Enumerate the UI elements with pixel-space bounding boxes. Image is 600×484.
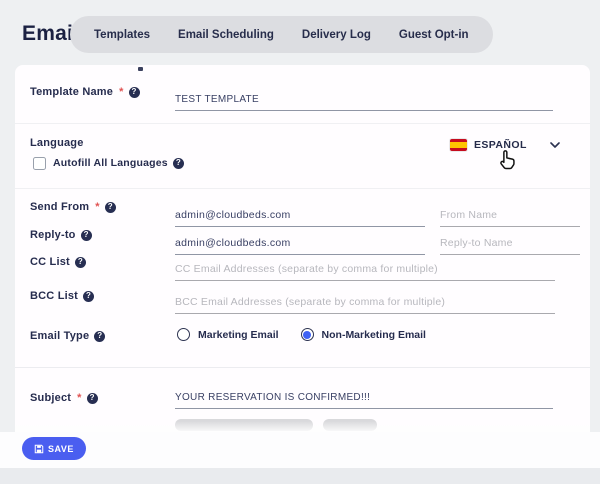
cc-list-input[interactable] <box>175 258 555 281</box>
send-from-label: Send From * ? <box>30 201 116 213</box>
language-label-text: Language <box>30 137 84 149</box>
help-icon[interactable]: ? <box>105 202 116 213</box>
reply-to-name-input[interactable] <box>440 232 580 255</box>
subject-label: Subject * ? <box>30 392 98 404</box>
help-icon[interactable]: ? <box>87 393 98 404</box>
from-name-input[interactable] <box>440 204 580 227</box>
required-marker: * <box>95 201 99 213</box>
bcc-list-label-text: BCC List <box>30 290 78 302</box>
cc-list-label: CC List ? <box>30 256 86 268</box>
bottom-strip <box>0 468 600 484</box>
language-selected-value: ESPAÑOL <box>474 139 527 151</box>
save-button[interactable]: SAVE <box>22 437 86 460</box>
tab-email-scheduling[interactable]: Email Scheduling <box>178 29 274 41</box>
save-icon <box>34 444 44 454</box>
reply-to-label: Reply-to ? <box>30 229 92 241</box>
required-marker: * <box>119 86 123 98</box>
save-button-label: SAVE <box>48 444 74 454</box>
section-divider <box>15 123 590 124</box>
reply-to-email-input[interactable] <box>175 232 425 255</box>
tab-templates[interactable]: Templates <box>94 29 150 41</box>
template-name-input[interactable] <box>175 88 553 111</box>
footer-bar <box>0 432 600 468</box>
help-icon[interactable]: ? <box>129 87 140 98</box>
radio-option-marketing-email[interactable]: Marketing Email <box>177 328 279 341</box>
send-from-label-text: Send From <box>30 201 89 213</box>
help-icon[interactable]: ? <box>94 331 105 342</box>
email-type-label: Email Type ? <box>30 330 105 342</box>
scroll-artifact <box>138 67 143 71</box>
section-divider <box>15 188 590 189</box>
autofill-label-text: Autofill All Languages <box>53 157 168 169</box>
required-marker: * <box>77 392 81 404</box>
template-name-label: Template Name * ? <box>30 86 140 98</box>
help-icon[interactable]: ? <box>81 230 92 241</box>
email-type-radio-group: Marketing Email Non-Marketing Email <box>177 328 426 341</box>
radio-selected-icon[interactable] <box>301 328 314 341</box>
radio-label: Non-Marketing Email <box>322 329 426 341</box>
email-type-label-text: Email Type <box>30 330 89 342</box>
autofill-checkbox[interactable] <box>33 157 46 170</box>
radio-label: Marketing Email <box>198 329 279 341</box>
radio-option-non-marketing-email[interactable]: Non-Marketing Email <box>301 328 426 341</box>
spain-flag-icon <box>450 139 467 151</box>
email-settings-page: Email Templates Email Scheduling Deliver… <box>0 0 600 484</box>
send-from-email-input[interactable] <box>175 204 425 227</box>
template-name-label-text: Template Name <box>30 86 113 98</box>
bcc-list-label: BCC List ? <box>30 290 94 302</box>
tab-delivery-log[interactable]: Delivery Log <box>302 29 371 41</box>
help-icon[interactable]: ? <box>173 158 184 169</box>
help-icon[interactable]: ? <box>75 257 86 268</box>
section-divider <box>15 367 590 368</box>
tab-bar: Templates Email Scheduling Delivery Log … <box>70 16 493 53</box>
language-dropdown[interactable]: ESPAÑOL <box>450 139 560 151</box>
chevron-down-icon <box>550 142 560 148</box>
language-label: Language <box>30 137 84 149</box>
help-icon[interactable]: ? <box>83 291 94 302</box>
bcc-list-input[interactable] <box>175 291 555 314</box>
autofill-label: Autofill All Languages ? <box>53 157 184 169</box>
tab-guest-opt-in[interactable]: Guest Opt-in <box>399 29 469 41</box>
subject-input[interactable] <box>175 386 553 409</box>
cc-list-label-text: CC List <box>30 256 70 268</box>
subject-label-text: Subject <box>30 392 71 404</box>
reply-to-label-text: Reply-to <box>30 229 76 241</box>
radio-unselected-icon[interactable] <box>177 328 190 341</box>
